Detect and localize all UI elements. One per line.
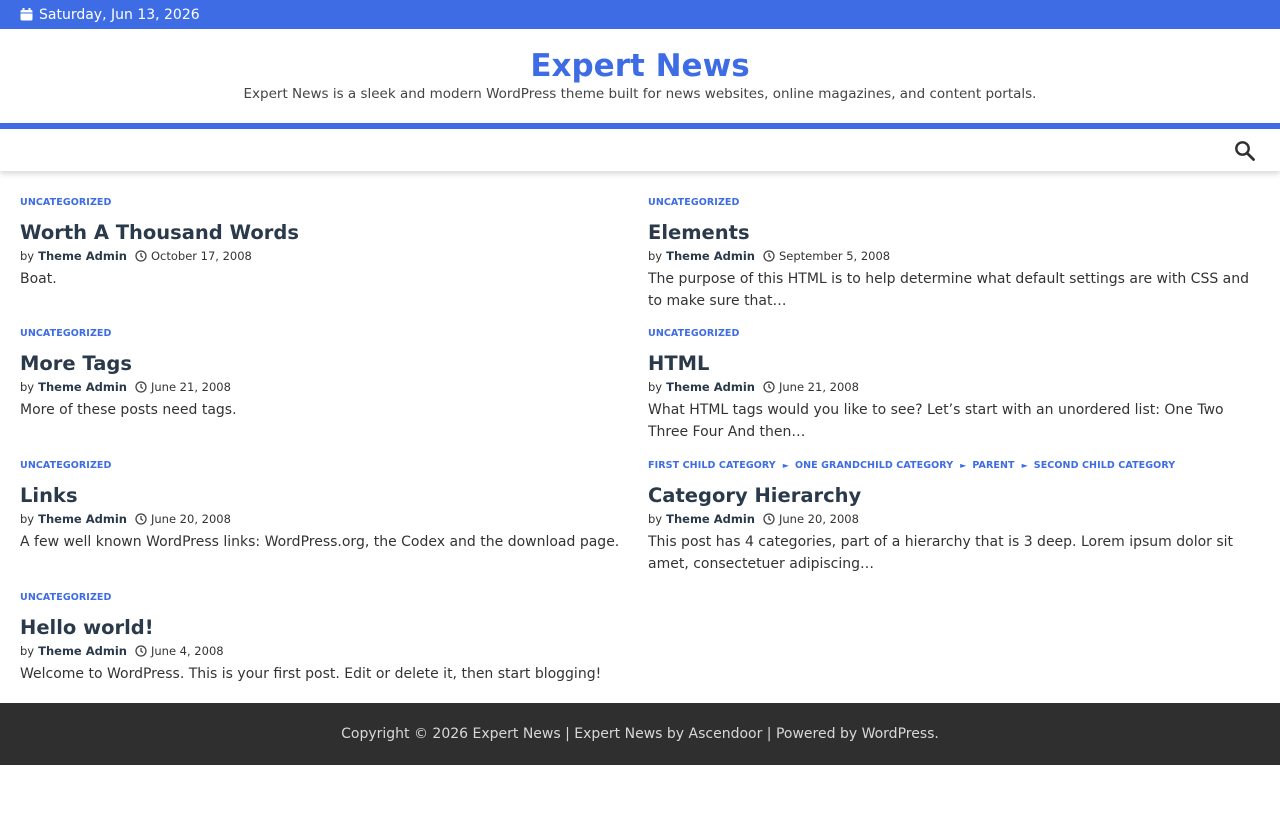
post-date[interactable]: October 17, 2008 [151,249,252,263]
post-excerpt: What HTML tags would you like to see? Le… [648,402,1224,440]
post-categories: UNCATEGORIZED [648,195,1268,209]
post-author[interactable]: Theme Admin [38,644,127,658]
category-link[interactable]: PARENT [972,460,1014,471]
post-date[interactable]: June 20, 2008 [779,512,859,526]
post-meta: by Theme Admin June 21, 2008 [20,377,640,397]
post-excerpt: A few well known WordPress links: WordPr… [20,534,620,550]
search-icon [1235,141,1255,161]
post-title[interactable]: Elements [648,220,1268,246]
post-categories: UNCATEGORIZED [20,590,640,604]
main-navigation [0,123,1280,171]
clock-icon [135,645,147,657]
footer-period: . [934,726,939,742]
post-categories: UNCATEGORIZED [20,326,640,340]
category-link[interactable]: SECOND CHILD CATEGORY [1034,460,1175,471]
post-excerpt: Welcome to WordPress. This is your first… [20,666,602,682]
search-button[interactable] [1234,140,1256,162]
post-categories: FIRST CHILD CATEGORY ► ONE GRANDCHILD CA… [648,458,1268,472]
category-link[interactable]: UNCATEGORIZED [20,460,112,471]
post-title[interactable]: Hello world! [20,615,640,641]
powered-by-label: Powered by [775,726,858,742]
post-title[interactable]: Worth A Thousand Words [20,220,640,246]
post-excerpt: Boat. [20,271,57,287]
post-author[interactable]: Theme Admin [38,512,127,526]
category-separator-icon: ► [960,460,967,470]
post-author[interactable]: Theme Admin [38,249,127,263]
post-excerpt: More of these posts need tags. [20,402,237,418]
by-label: by [648,249,663,263]
post-date[interactable]: September 5, 2008 [779,249,890,263]
post-author[interactable]: Theme Admin [666,380,755,394]
category-link[interactable]: UNCATEGORIZED [20,197,112,208]
footer-by-label: by [666,726,685,742]
post-categories: UNCATEGORIZED [648,326,1268,340]
copyright-text: Copyright © 2026 [341,726,469,742]
post-meta: by Theme Admin June 20, 2008 [20,509,640,529]
post-title[interactable]: HTML [648,351,1268,377]
post-date[interactable]: June 21, 2008 [779,380,859,394]
category-separator-icon: ► [782,460,789,470]
post-card: UNCATEGORIZED Elements by Theme Admin Se… [648,195,1268,312]
category-link[interactable]: UNCATEGORIZED [20,328,112,339]
post-meta: by Theme Admin June 20, 2008 [648,509,1268,529]
site-description: Expert News is a sleek and modern WordPr… [243,86,1037,102]
post-author[interactable]: Theme Admin [38,380,127,394]
post-excerpt: This post has 4 categories, part of a hi… [648,534,1234,572]
by-label: by [20,512,35,526]
clock-icon [763,513,775,525]
category-link[interactable]: UNCATEGORIZED [648,328,740,339]
clock-icon [135,381,147,393]
by-label: by [20,249,35,263]
current-date: Saturday, Jun 13, 2026 [39,6,200,23]
footer-theme-author-link[interactable]: Ascendoor [689,726,763,742]
clock-icon [763,381,775,393]
site-footer: Copyright © 2026 Expert News | Expert Ne… [0,703,1280,765]
footer-separator: | [766,726,772,742]
post-title[interactable]: Links [20,483,640,509]
by-label: by [20,380,35,394]
footer-separator: | [565,726,570,742]
post-date[interactable]: June 21, 2008 [151,380,231,394]
post-card: UNCATEGORIZED Worth A Thousand Words by … [20,195,640,291]
post-author[interactable]: Theme Admin [666,249,755,263]
category-link[interactable]: UNCATEGORIZED [20,592,112,603]
post-meta: by Theme Admin October 17, 2008 [20,246,640,266]
clock-icon [135,250,147,262]
post-meta: by Theme Admin September 5, 2008 [648,246,1268,266]
post-card: UNCATEGORIZED Hello world! by Theme Admi… [20,590,640,686]
post-title[interactable]: More Tags [20,351,640,377]
post-meta: by Theme Admin June 21, 2008 [648,377,1268,397]
category-link[interactable]: UNCATEGORIZED [648,197,740,208]
by-label: by [648,380,663,394]
footer-credits: Copyright © 2026 Expert News | Expert Ne… [0,724,1280,744]
clock-icon [135,513,147,525]
clock-icon [763,250,775,262]
post-categories: UNCATEGORIZED [20,195,640,209]
post-card: UNCATEGORIZED HTML by Theme Admin June 2… [648,326,1268,443]
footer-site-link[interactable]: Expert News [473,726,561,742]
post-meta: by Theme Admin June 4, 2008 [20,641,640,661]
post-card: FIRST CHILD CATEGORY ► ONE GRANDCHILD CA… [648,458,1268,575]
category-link[interactable]: ONE GRANDCHILD CATEGORY [795,460,953,471]
post-excerpt: The purpose of this HTML is to help dete… [648,271,1250,309]
post-card: UNCATEGORIZED More Tags by Theme Admin J… [20,326,640,422]
by-label: by [20,644,35,658]
footer-theme-name: Expert News [574,726,663,742]
post-date[interactable]: June 20, 2008 [151,512,231,526]
top-bar-date: Saturday, Jun 13, 2026 [20,6,200,23]
post-date[interactable]: June 4, 2008 [151,644,224,658]
post-title[interactable]: Category Hierarchy [648,483,1268,509]
footer-wordpress-link[interactable]: WordPress [862,726,935,742]
by-label: by [648,512,663,526]
masthead: Expert News Expert News is a sleek and m… [0,29,1280,123]
calendar-icon [20,8,33,21]
post-categories: UNCATEGORIZED [20,458,640,472]
post-card: UNCATEGORIZED Links by Theme Admin June … [20,458,640,554]
top-bar: Saturday, Jun 13, 2026 [0,0,1280,29]
category-separator-icon: ► [1021,460,1028,470]
category-link[interactable]: FIRST CHILD CATEGORY [648,460,776,471]
post-author[interactable]: Theme Admin [666,512,755,526]
site-title[interactable]: Expert News [0,47,1280,85]
